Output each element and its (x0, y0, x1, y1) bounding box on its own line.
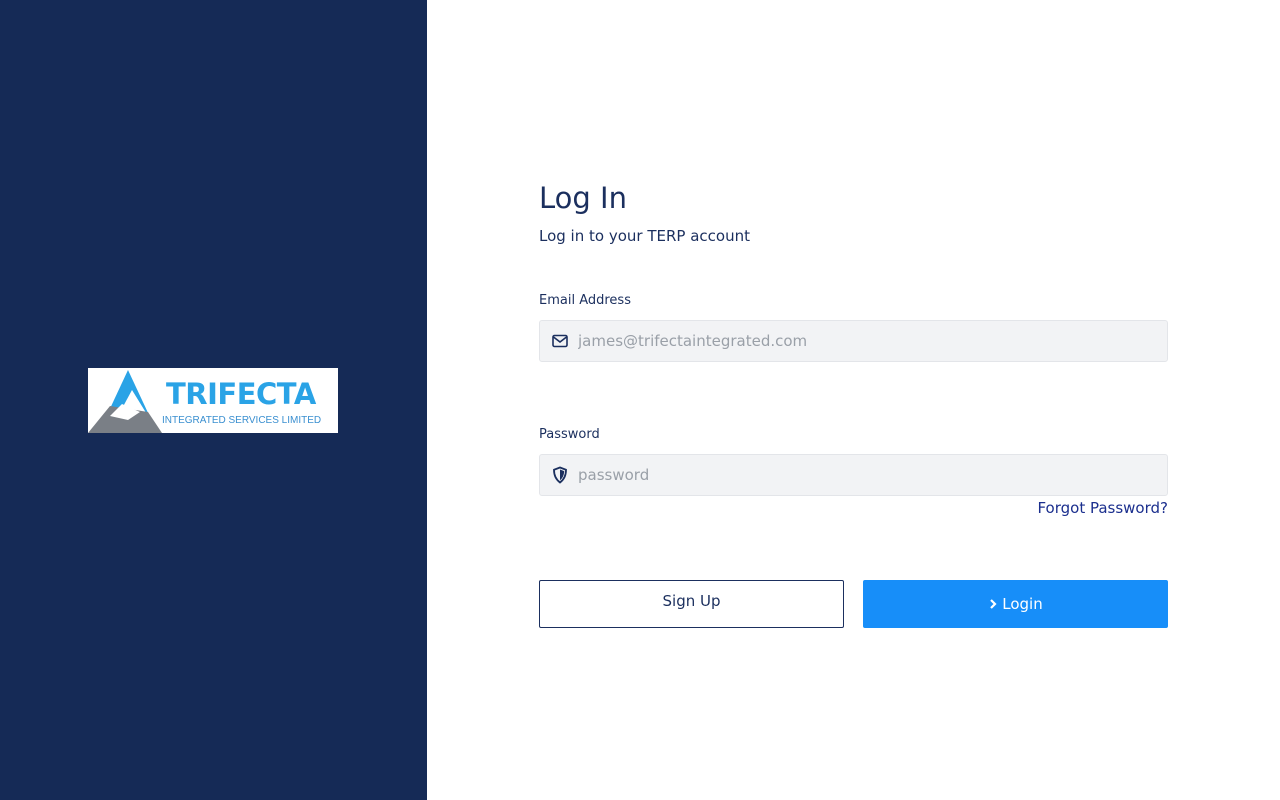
page-title: Log In (539, 181, 627, 215)
chevron-right-icon (990, 599, 997, 609)
envelope-icon (552, 334, 568, 348)
shield-icon (553, 466, 567, 484)
password-input[interactable] (578, 455, 1163, 495)
page-subtitle: Log in to your TERP account (539, 227, 750, 245)
login-button-label: Login (1002, 595, 1043, 613)
password-field[interactable] (539, 454, 1168, 496)
trifecta-logo: TRIFECTA INTEGRATED SERVICES LIMITED (88, 368, 338, 433)
email-field[interactable] (539, 320, 1168, 362)
email-label: Email Address (539, 293, 631, 308)
forgot-password-link[interactable]: Forgot Password? (1037, 498, 1168, 518)
sign-up-button[interactable]: Sign Up (539, 580, 844, 628)
logo-wordmark: TRIFECTA (166, 377, 316, 411)
login-page: TRIFECTA INTEGRATED SERVICES LIMITED Log… (0, 0, 1280, 800)
email-input[interactable] (578, 321, 1163, 361)
password-label: Password (539, 427, 600, 442)
brand-panel: TRIFECTA INTEGRATED SERVICES LIMITED (0, 0, 427, 800)
login-button[interactable]: Login (863, 580, 1168, 628)
logo-subtitle: INTEGRATED SERVICES LIMITED (162, 415, 322, 426)
